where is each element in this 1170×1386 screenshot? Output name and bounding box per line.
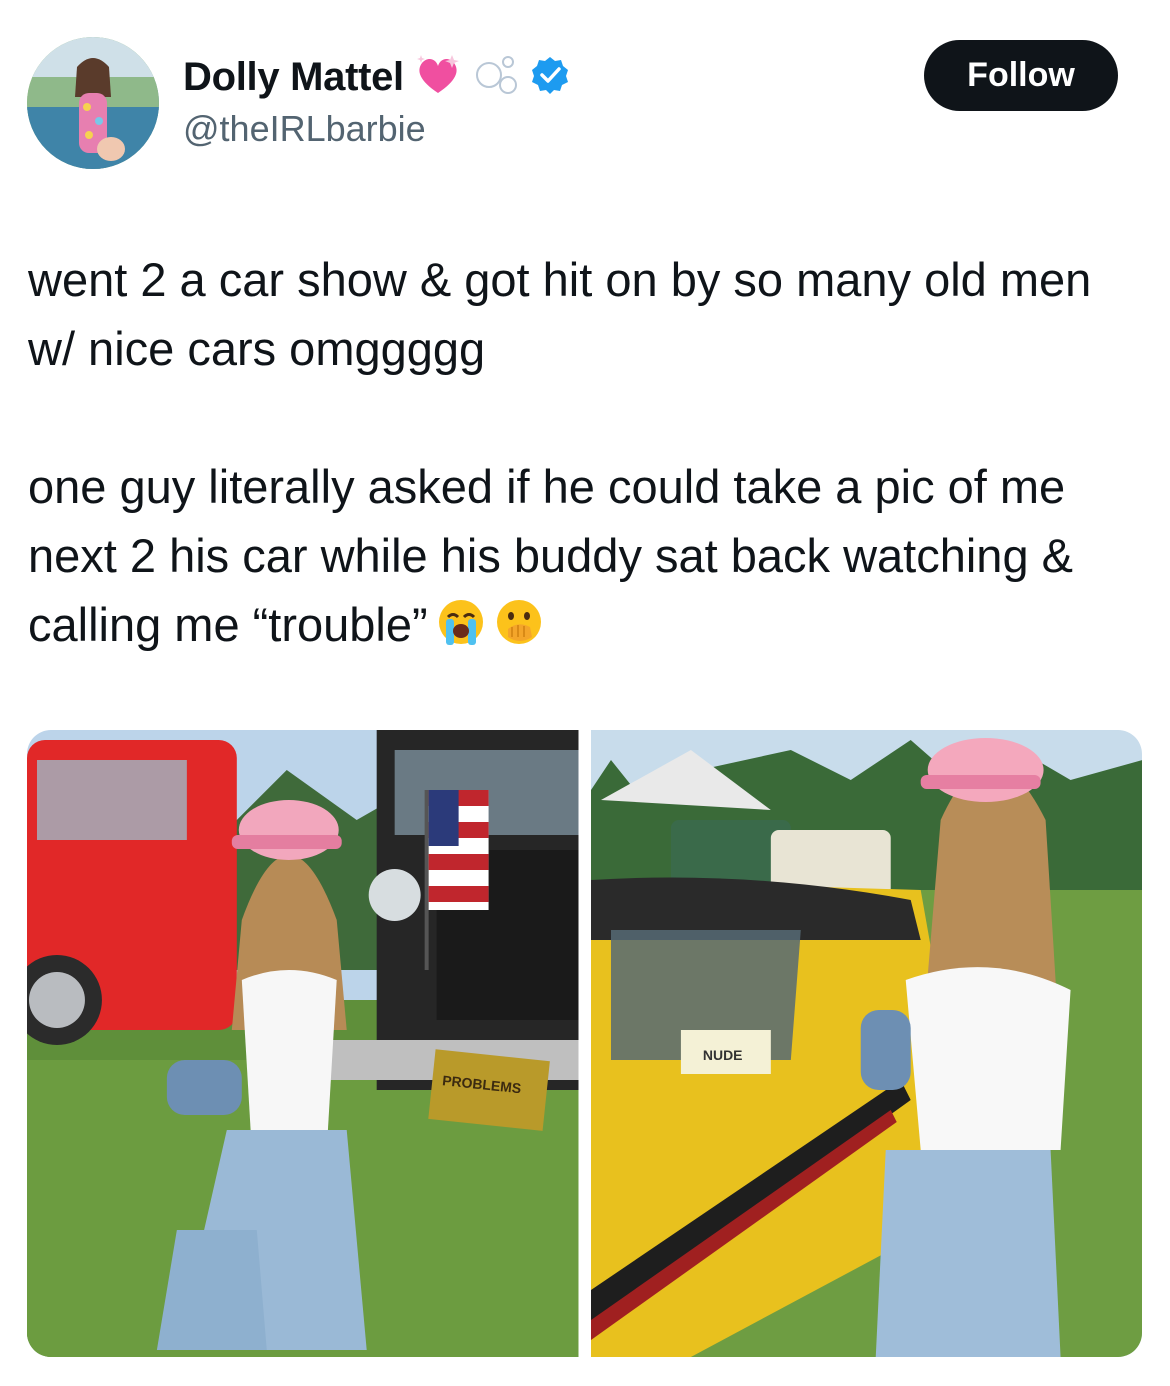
author-avatar[interactable] <box>27 37 159 169</box>
tweet-media-grid: PROBLEMS NUDE <box>27 730 1142 1357</box>
photo-1-image: PROBLEMS <box>27 730 579 1357</box>
photo-2-image: NUDE <box>590 730 1142 1357</box>
tweet-paragraph-2: one guy literally asked if he could take… <box>28 452 1138 665</box>
verified-badge-icon[interactable] <box>530 55 570 100</box>
tweet-text: went 2 a car show & got hit on by so man… <box>28 245 1138 665</box>
tweet-paragraph-2-text: one guy literally asked if he could take… <box>28 460 1073 651</box>
author-display-name[interactable]: Dolly Mattel <box>183 55 404 100</box>
photo-2[interactable]: NUDE <box>590 730 1142 1357</box>
face-with-hand-over-mouth-emoji <box>494 596 544 665</box>
tweet-paragraph-1: went 2 a car show & got hit on by so man… <box>28 253 1092 375</box>
bubbles-emoji <box>472 53 520 102</box>
follow-button[interactable]: Follow <box>924 40 1118 111</box>
loudly-crying-face-emoji <box>436 596 486 665</box>
photo-1[interactable]: PROBLEMS <box>27 730 579 1357</box>
sign-text: NUDE <box>702 1047 742 1063</box>
author-handle[interactable]: @theIRLbarbie <box>183 108 426 150</box>
sparkling-heart-emoji <box>414 53 462 102</box>
avatar-image <box>27 37 159 169</box>
author-name-row: Dolly Mattel <box>183 52 570 102</box>
